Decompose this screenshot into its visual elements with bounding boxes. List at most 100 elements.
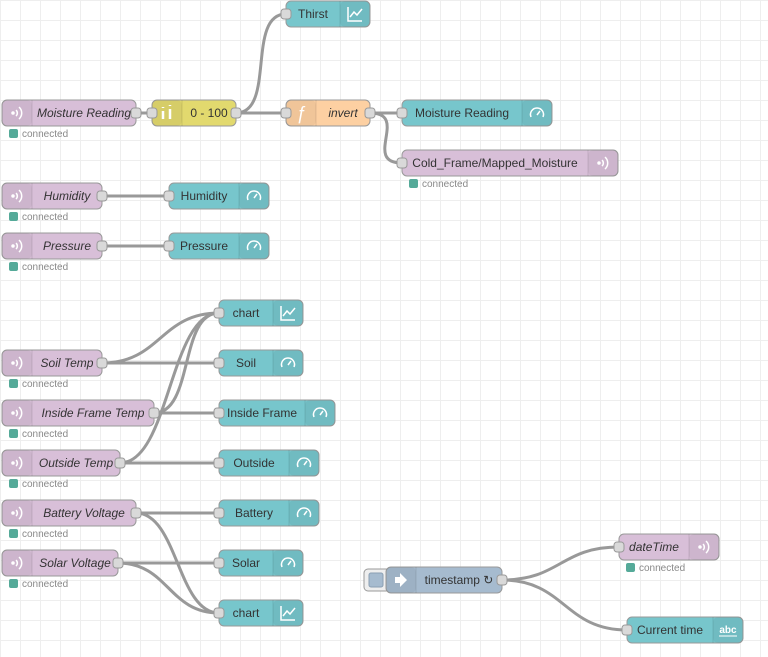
node-label: invert: [328, 106, 358, 120]
input-port[interactable]: [213, 307, 225, 319]
node-label: Pressure: [180, 239, 228, 253]
node-status: connected: [22, 579, 68, 590]
status-dot-icon: [9, 379, 18, 388]
node-label: Current time: [637, 623, 703, 637]
node-status: connected: [422, 179, 468, 190]
node-text[interactable]: abc Current time: [621, 616, 744, 644]
status-dot-icon: [409, 179, 418, 188]
input-port[interactable]: [213, 357, 225, 369]
node-mqtt-in[interactable]: Inside Frame Temp connected: [1, 399, 160, 440]
node-gauge[interactable]: Humidity: [163, 182, 270, 210]
output-port[interactable]: [364, 107, 376, 119]
output-port[interactable]: [230, 107, 242, 119]
input-port[interactable]: [213, 407, 225, 419]
function-icon: ƒ: [296, 103, 306, 123]
flow-canvas[interactable]: Moisture Reading connected 0 - 100 ƒ invert T…: [0, 0, 768, 657]
node-chart[interactable]: Thirst: [280, 0, 371, 28]
input-port[interactable]: [213, 557, 225, 569]
node-gauge[interactable]: Battery: [213, 499, 320, 527]
node-status: connected: [22, 212, 68, 223]
node-label: Soil: [236, 356, 256, 370]
input-port[interactable]: [146, 107, 158, 119]
node-status: connected: [22, 479, 68, 490]
input-port[interactable]: [396, 107, 408, 119]
node-label: Outside: [233, 456, 275, 470]
input-port[interactable]: [213, 607, 225, 619]
node-chart[interactable]: chart: [213, 299, 304, 327]
node-label: Humidity: [44, 189, 92, 203]
node-status: connected: [22, 262, 68, 273]
node-gauge[interactable]: Inside Frame: [213, 399, 336, 427]
input-port[interactable]: [163, 240, 175, 252]
input-port[interactable]: [163, 190, 175, 202]
svg-text:abc: abc: [719, 625, 737, 636]
input-port[interactable]: [280, 8, 292, 20]
output-port[interactable]: [496, 574, 508, 586]
node-mqtt-in[interactable]: Outside Temp connected: [1, 449, 126, 490]
node-status: connected: [22, 529, 68, 540]
output-port[interactable]: [130, 507, 142, 519]
wire[interactable]: [369, 111, 403, 165]
node-label: Solar Voltage: [39, 556, 111, 570]
input-port[interactable]: [213, 507, 225, 519]
input-port[interactable]: [613, 541, 625, 553]
node-label: Battery: [235, 506, 273, 520]
node-chart[interactable]: chart: [213, 599, 304, 627]
wire[interactable]: [119, 311, 220, 465]
node-label: chart: [233, 306, 260, 320]
status-dot-icon: [9, 479, 18, 488]
node-status: connected: [639, 563, 685, 574]
node-gauge[interactable]: Soil: [213, 349, 304, 377]
node-inject[interactable]: timestamp ↻: [363, 566, 508, 594]
output-port[interactable]: [112, 557, 124, 569]
input-port[interactable]: [280, 107, 292, 119]
node-mqtt-in[interactable]: Battery Voltage connected: [1, 499, 142, 540]
status-dot-icon: [9, 212, 18, 221]
node-mqtt-out[interactable]: Cold_Frame/Mapped_Moisture connected: [396, 149, 619, 190]
node-label: 0 - 100: [190, 106, 228, 120]
node-label: Moisture Reading: [415, 106, 509, 120]
node-mqtt-in[interactable]: Pressure connected: [1, 232, 108, 273]
node-label: Outside Temp: [39, 456, 114, 470]
node-mqtt-in[interactable]: Humidity connected: [1, 182, 108, 223]
input-port[interactable]: [396, 157, 408, 169]
output-port[interactable]: [130, 107, 142, 119]
node-status: connected: [22, 129, 68, 140]
node-label: Humidity: [181, 189, 228, 203]
node-label: timestamp ↻: [425, 573, 494, 587]
output-port[interactable]: [148, 407, 160, 419]
node-gauge[interactable]: Pressure: [163, 232, 270, 260]
status-dot-icon: [626, 563, 635, 572]
node-range[interactable]: 0 - 100: [146, 99, 242, 127]
abc-icon: abc: [719, 625, 737, 637]
node-mqtt-in[interactable]: Solar Voltage connected: [1, 549, 124, 590]
node-label: Solar: [232, 556, 260, 570]
node-gauge[interactable]: Outside: [213, 449, 320, 477]
node-status: connected: [22, 379, 68, 390]
node-gauge[interactable]: Solar: [213, 549, 304, 577]
node-label: chart: [233, 606, 260, 620]
node-label: Pressure: [43, 239, 91, 253]
node-label: dateTime: [629, 540, 679, 554]
output-port[interactable]: [114, 457, 126, 469]
input-port[interactable]: [213, 457, 225, 469]
node-gauge[interactable]: Moisture Reading: [396, 99, 553, 127]
wire[interactable]: [117, 561, 220, 615]
node-label: Cold_Frame/Mapped_Moisture: [412, 156, 578, 170]
node-label: Moisture Reading: [37, 106, 131, 120]
wire[interactable]: [501, 578, 628, 632]
node-label: Soil Temp: [41, 356, 94, 370]
status-dot-icon: [9, 262, 18, 271]
output-port[interactable]: [96, 190, 108, 202]
wire[interactable]: [235, 12, 287, 115]
node-mqtt-in[interactable]: Moisture Reading connected: [1, 99, 142, 140]
status-dot-icon: [9, 529, 18, 538]
flow-workspace[interactable]: Moisture Reading connected 0 - 100 ƒ invert T…: [0, 0, 768, 657]
input-port[interactable]: [621, 624, 633, 636]
output-port[interactable]: [96, 240, 108, 252]
output-port[interactable]: [96, 357, 108, 369]
wire[interactable]: [501, 545, 620, 582]
node-function[interactable]: ƒ invert: [280, 99, 376, 127]
node-mqtt-in[interactable]: Soil Temp connected: [1, 349, 108, 390]
node-mqtt-out[interactable]: dateTime connected: [613, 533, 720, 574]
